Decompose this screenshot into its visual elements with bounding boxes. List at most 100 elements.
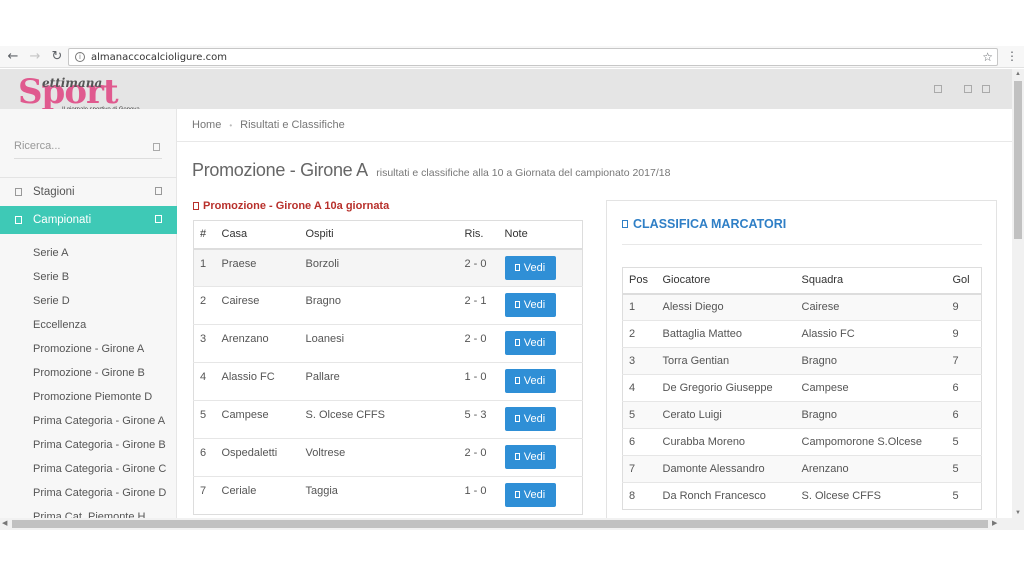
scroll-thumb[interactable] — [12, 520, 988, 528]
cell-away: Taggia — [299, 476, 459, 515]
cell-player: Da Ronch Francesco — [656, 482, 796, 510]
site-info-icon[interactable]: i — [75, 52, 85, 62]
page-title-main: Promozione - Girone A — [192, 160, 368, 180]
vedi-button[interactable]: Vedi — [504, 369, 556, 393]
cell-away: S. Olcese CFFS — [299, 400, 459, 439]
table-row: 5 Campese S. Olcese CFFS 5 - 3 Vedi — [193, 400, 583, 439]
cell-score: 5 - 3 — [458, 400, 499, 439]
address-bar[interactable]: i almanaccocalcioligure.com ☆ — [68, 48, 998, 66]
browser-menu-icon[interactable]: ⋮ — [1006, 49, 1018, 63]
scorers-table: Pos Giocatore Squadra Gol 1 Alessi Diego C… — [622, 267, 982, 510]
cell-goals: 5 — [946, 482, 982, 510]
vedi-button[interactable]: Vedi — [504, 255, 556, 280]
bookmark-star-icon[interactable]: ☆ — [982, 50, 993, 64]
vedi-button[interactable]: Vedi — [504, 293, 556, 317]
cell-player: Curabba Moreno — [656, 428, 796, 456]
sidebar-item-campionati[interactable]: Campionati — [0, 206, 177, 234]
table-row: 3 Arenzano Loanesi 2 - 0 Vedi — [193, 324, 583, 363]
results-heading: Promozione - Girone A 10a giornata — [193, 200, 389, 212]
vedi-button[interactable]: Vedi — [504, 483, 556, 507]
breadcrumb-separator: • — [229, 120, 233, 130]
cell-goals: 6 — [946, 374, 982, 402]
cell-number: 2 — [193, 286, 216, 325]
submenu-item[interactable]: Prima Categoria - Girone A — [33, 409, 166, 433]
cell-pos: 8 — [622, 482, 657, 510]
cell-pos: 3 — [622, 347, 657, 375]
calendar-icon — [15, 188, 22, 196]
scroll-left-icon[interactable]: ◀ — [2, 519, 7, 527]
cell-player: Damonte Alessandro — [656, 455, 796, 483]
column-header: Gol — [946, 267, 982, 295]
eye-icon — [514, 491, 520, 498]
vedi-button[interactable]: Vedi — [504, 445, 556, 469]
cell-away: Borzoli — [299, 248, 459, 287]
cell-team: Bragno — [795, 401, 947, 429]
header-square-icon[interactable] — [964, 85, 972, 93]
cell-team: Arenzano — [795, 455, 947, 483]
submenu-item[interactable]: Serie A — [33, 241, 166, 265]
campionati-submenu: Serie A Serie B Serie D Eccellenza Promo… — [33, 241, 166, 518]
forward-arrow-icon[interactable]: → — [26, 48, 44, 66]
column-header: Note — [498, 220, 583, 250]
eye-icon — [514, 453, 520, 460]
table-row: 4 Alassio FC Pallare 1 - 0 Vedi — [193, 362, 583, 401]
vedi-label: Vedi — [523, 375, 546, 387]
cell-home: Ospedaletti — [215, 438, 300, 477]
submenu-item[interactable]: Promozione - Girone A — [33, 337, 166, 361]
submenu-item[interactable]: Prima Cat. Piemonte H — [33, 505, 166, 518]
cell-number: 5 — [193, 400, 216, 439]
page-viewport: Sport ettimana Il giornale sportivo di G… — [0, 69, 1012, 518]
browser-toolbar: ← → ↻ i almanaccocalcioligure.com ☆ ⋮ — [0, 46, 1024, 68]
logo-small-text: ettimana — [42, 76, 103, 90]
cell-score: 2 - 0 — [458, 324, 499, 363]
cell-away: Voltrese — [299, 438, 459, 477]
submenu-item[interactable]: Prima Categoria - Girone D — [33, 481, 166, 505]
cell-note: Vedi — [498, 286, 583, 325]
cell-note: Vedi — [498, 400, 583, 439]
cell-note: Vedi — [498, 324, 583, 363]
scroll-up-icon[interactable]: ▲ — [1015, 71, 1021, 77]
search-input[interactable]: Ricerca... — [14, 137, 162, 159]
cell-team: Campomorone S.Olcese — [795, 428, 947, 456]
submenu-item[interactable]: Promozione - Girone B — [33, 361, 166, 385]
cell-pos: 6 — [622, 428, 657, 456]
submenu-item[interactable]: Serie D — [33, 289, 166, 313]
sidebar-item-stagioni[interactable]: Stagioni — [0, 177, 177, 205]
vedi-label: Vedi — [523, 337, 546, 349]
vedi-button[interactable]: Vedi — [504, 407, 556, 431]
table-row: 2 Battaglia Matteo Alassio FC 9 — [622, 320, 982, 348]
scroll-down-icon[interactable]: ▼ — [1015, 510, 1021, 516]
column-header: Giocatore — [656, 267, 796, 295]
header-square-icon[interactable] — [982, 85, 990, 93]
site-logo[interactable]: Sport ettimana Il giornale sportivo di G… — [18, 73, 158, 113]
vedi-button[interactable]: Vedi — [504, 331, 556, 355]
chevron-icon — [155, 215, 162, 223]
cell-score: 1 - 0 — [458, 476, 499, 515]
chevron-icon — [155, 187, 162, 195]
submenu-item[interactable]: Prima Categoria - Girone B — [33, 433, 166, 457]
cell-home: Ceriale — [215, 476, 300, 515]
cell-team: Campese — [795, 374, 947, 402]
submenu-item[interactable]: Prima Categoria - Girone C — [33, 457, 166, 481]
cell-score: 2 - 0 — [458, 248, 499, 287]
submenu-item[interactable]: Serie B — [33, 265, 166, 289]
sidebar-item-label: Campionati — [33, 214, 92, 226]
breadcrumb-home[interactable]: Home — [192, 119, 221, 131]
submenu-item[interactable]: Promozione Piemonte D — [33, 385, 166, 409]
reload-icon[interactable]: ↻ — [48, 48, 66, 66]
search-icon[interactable] — [153, 143, 160, 151]
submenu-item[interactable]: Eccellenza — [33, 313, 166, 337]
vertical-scrollbar[interactable]: ▲ ▼ — [1012, 69, 1024, 518]
scroll-right-icon[interactable]: ▶ — [992, 519, 997, 527]
table-row: 1 Alessi Diego Cairese 9 — [622, 293, 982, 321]
scroll-thumb[interactable] — [1014, 81, 1022, 239]
scorers-panel: CLASSIFICA MARCATORI Pos Giocatore Squad… — [606, 200, 997, 518]
table-row: 8 Da Ronch Francesco S. Olcese CFFS 5 — [622, 482, 982, 510]
back-arrow-icon[interactable]: ← — [4, 48, 22, 66]
site-header: Sport ettimana Il giornale sportivo di G… — [0, 69, 1012, 113]
table-row: 7 Ceriale Taggia 1 - 0 Vedi — [193, 476, 583, 515]
horizontal-scrollbar[interactable]: ◀ ▶ — [0, 518, 1024, 530]
header-square-icon[interactable] — [934, 85, 942, 93]
eye-icon — [514, 339, 520, 346]
url-text: almanaccocalcioligure.com — [91, 51, 227, 63]
